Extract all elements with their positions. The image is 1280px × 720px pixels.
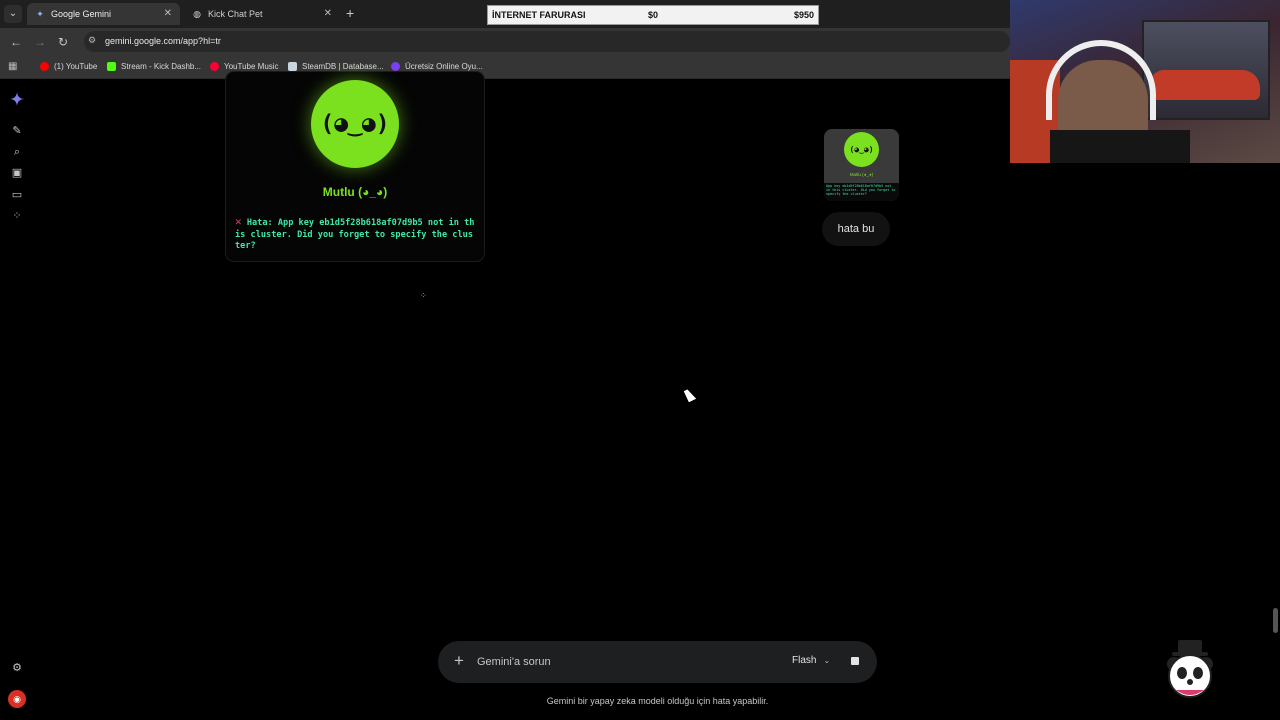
back-icon[interactable]: ← <box>10 35 22 49</box>
webcam-overlay <box>1010 0 1280 163</box>
chevron-down-icon: ⌄ <box>823 656 831 665</box>
goal-label: İNTERNET FARURASI <box>492 10 586 20</box>
pet-error-text: Hata: App key eb1d5f28b618af07d9b5 not i… <box>235 218 475 251</box>
bookmark-label: Stream - Kick Dashb... <box>121 62 202 71</box>
pet-error-message: ✕ Hata: App key eb1d5f28b618af07d9b5 not… <box>235 216 475 253</box>
globe-favicon-icon: ◍ <box>193 9 201 19</box>
mouse-cursor-icon <box>683 387 697 403</box>
user-avatar[interactable]: ◉ <box>8 690 26 708</box>
steamdb-icon <box>288 62 297 71</box>
streamer-shirt <box>1050 130 1190 163</box>
site-info-icon[interactable]: ⚙ <box>88 35 100 47</box>
disclaimer-text: Gemini bir yapay zeka modeli olduğu için… <box>546 696 769 706</box>
bookmark-youtube[interactable]: (1) YouTube <box>40 62 97 71</box>
thumb-pet-face: (◕‿◕) <box>844 132 879 167</box>
tab-search-menu-icon[interactable]: ⌄ <box>4 5 22 23</box>
tab-title: Kick Chat Pet <box>208 9 263 19</box>
user-message-bubble: hata bu <box>822 212 890 246</box>
url-text: gemini.google.com/app?hl=tr <box>105 36 221 46</box>
settings-gear-icon[interactable]: ⚙ <box>11 662 23 674</box>
bookmark-label: SteamDB | Database... <box>302 62 384 71</box>
gemini-favicon-icon: ✦ <box>36 9 44 19</box>
pet-name: Mutlu (◕_◕) <box>322 185 388 199</box>
gems-icon[interactable]: ⁘ <box>11 210 23 222</box>
apps-grid-icon[interactable]: ▦ <box>8 61 17 72</box>
forward-icon[interactable]: → <box>34 35 46 49</box>
close-tab-icon[interactable]: ✕ <box>164 8 172 19</box>
new-chat-icon[interactable]: ✎ <box>11 125 23 137</box>
loading-spinner-icon: ⁘ <box>420 291 427 300</box>
pet-face: (◕‿◕) <box>311 80 399 168</box>
close-tab-icon[interactable]: ✕ <box>324 8 332 19</box>
model-label: Flash <box>792 655 817 666</box>
address-bar-row: ← → ↻ ⚙ gemini.google.com/app?hl=tr <box>0 28 1010 55</box>
kick-icon <box>107 62 116 71</box>
poster-car <box>1150 70 1260 100</box>
uploaded-image-thumbnail[interactable]: (◕‿◕) Mutlu (◕_◕) App key eb1d5f28b618af… <box>824 129 899 201</box>
gemini-logo-icon[interactable] <box>10 92 24 106</box>
bookmarks-bar: ▦ (1) YouTube Stream - Kick Dashb... You… <box>0 55 1010 79</box>
prompt-box: + Flash ⌄ <box>438 641 877 683</box>
tab-google-gemini[interactable]: ✦ Google Gemini ✕ <box>27 3 180 25</box>
search-icon[interactable]: ⌕ <box>11 146 23 158</box>
games-icon <box>391 62 400 71</box>
bookmark-kick-dashboard[interactable]: Stream - Kick Dashb... <box>107 62 201 71</box>
new-tab-icon[interactable]: + <box>346 5 354 21</box>
prompt-input[interactable] <box>477 653 777 671</box>
library-icon[interactable]: ▭ <box>11 189 23 201</box>
url-field[interactable]: ⚙ gemini.google.com/app?hl=tr <box>84 31 1010 52</box>
panda-mascot-icon <box>1167 640 1213 698</box>
goal-current: $0 <box>648 10 659 20</box>
bookmark-label: Ücretsiz Online Oyu... <box>405 62 483 71</box>
stop-generation-button[interactable] <box>851 657 859 665</box>
bookmark-youtube-music[interactable]: YouTube Music <box>210 62 279 71</box>
model-selector[interactable]: Flash ⌄ <box>792 655 830 666</box>
tab-title: Google Gemini <box>51 9 112 19</box>
pet-preview-card: (◕‿◕) Mutlu (◕_◕) ✕ Hata: App key eb1d5f… <box>226 72 484 261</box>
bookmark-label: YouTube Music <box>224 62 279 71</box>
youtube-music-icon <box>210 62 219 71</box>
gallery-icon[interactable]: ▣ <box>11 167 23 179</box>
donation-goal-bar: İNTERNET FARURASI $0 $950 <box>487 5 819 25</box>
goal-target: $950 <box>793 10 814 20</box>
thumb-pet-name: Mutlu (◕_◕) <box>849 172 874 177</box>
scrollbar[interactable] <box>1273 608 1278 633</box>
youtube-icon <box>40 62 49 71</box>
bookmark-steamdb[interactable]: SteamDB | Database... <box>288 62 384 71</box>
tab-kick-chat-pet[interactable]: ◍ Kick Chat Pet ✕ <box>184 3 340 25</box>
reload-icon[interactable]: ↻ <box>58 35 68 49</box>
bookmark-label: (1) YouTube <box>54 62 98 71</box>
thumb-error-text: App key eb1d5f28b618af07d9b5 not in this… <box>824 183 899 201</box>
error-x-icon: ✕ <box>235 215 242 228</box>
bookmark-online-games[interactable]: Ücretsiz Online Oyu... <box>391 62 483 71</box>
add-attachment-icon[interactable]: + <box>454 651 464 671</box>
headset <box>1046 40 1156 120</box>
